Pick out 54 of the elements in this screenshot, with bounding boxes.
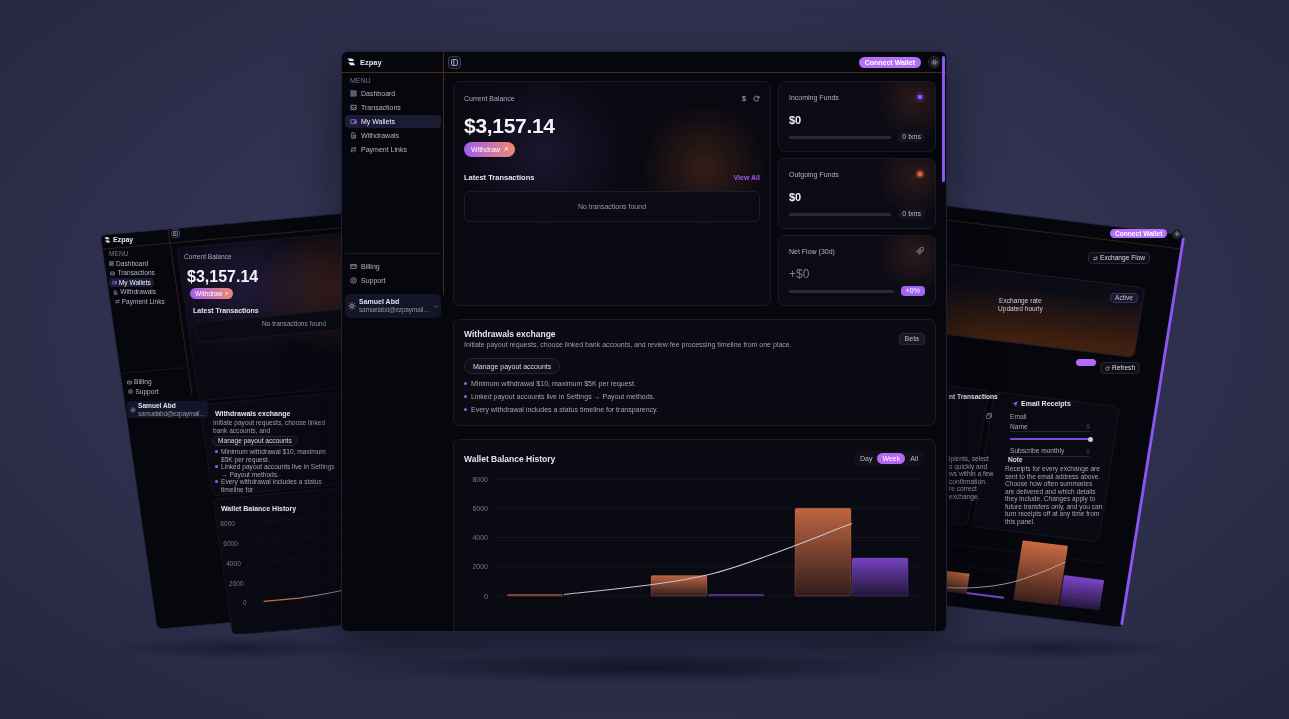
send-icon: [1012, 401, 1018, 407]
settings-button[interactable]: [1172, 229, 1182, 239]
bullet-icon: [215, 480, 218, 484]
stat-value: +$0: [789, 268, 811, 281]
stat-value: $0: [789, 114, 803, 127]
bullet-icon: [215, 465, 218, 469]
arrow-up-right-icon: [224, 291, 229, 296]
bullet-icon: [215, 450, 218, 454]
chevron-down-icon: [434, 304, 438, 308]
slider-handle[interactable]: [1087, 436, 1093, 442]
dot-icon: [915, 169, 925, 179]
document-icon: [113, 289, 119, 295]
arrows-icon: [1093, 255, 1098, 261]
sun-icon: [348, 302, 356, 310]
balance-amount: $3,157.14: [187, 268, 259, 285]
scrollbar-thumb[interactable]: [942, 56, 945, 182]
help-circle-icon: [350, 277, 357, 284]
sun-icon: [130, 406, 136, 413]
credit-card-icon: [127, 379, 132, 385]
gear-icon: [930, 58, 938, 66]
section-title: Withdrawals exchange: [464, 329, 556, 340]
tag-icon: [915, 246, 925, 256]
chart-bar: [506, 594, 564, 597]
bullet-icon: [464, 382, 467, 385]
gear-icon: [1174, 231, 1180, 237]
dot-icon: [915, 92, 925, 102]
arrow-up-right-icon: [503, 147, 509, 152]
panel-toggle-button[interactable]: [171, 229, 180, 238]
settings-button[interactable]: [928, 56, 940, 68]
bullet-icon: [464, 395, 467, 398]
grid-icon: [109, 261, 114, 266]
logo-icon: [104, 237, 111, 243]
arrows-icon: [114, 299, 120, 304]
grid-icon: [350, 90, 357, 97]
toggle-switch[interactable]: [1076, 359, 1096, 366]
arrows-icon: [350, 146, 357, 153]
stat-value: $0: [789, 191, 803, 204]
sidebar-icon: [451, 58, 458, 66]
help-circle-icon: [128, 389, 134, 394]
refresh-icon[interactable]: [753, 95, 760, 102]
document-icon: [350, 132, 357, 139]
inbox-icon: [350, 104, 357, 111]
chart-title: Wallet Balance History: [464, 453, 556, 464]
wallet-icon: [350, 118, 357, 125]
inbox-icon: [110, 270, 116, 276]
sidebar-icon: [173, 231, 178, 236]
balance-amount: $3,157.14: [464, 114, 556, 138]
wallet-icon: [111, 280, 117, 285]
logo-icon: [347, 58, 356, 66]
credit-card-icon: [350, 263, 357, 270]
bullet-icon: [464, 408, 467, 411]
copy-icon[interactable]: [986, 413, 992, 419]
refresh-icon: [1105, 365, 1110, 371]
panel-toggle-button[interactable]: [448, 55, 461, 69]
